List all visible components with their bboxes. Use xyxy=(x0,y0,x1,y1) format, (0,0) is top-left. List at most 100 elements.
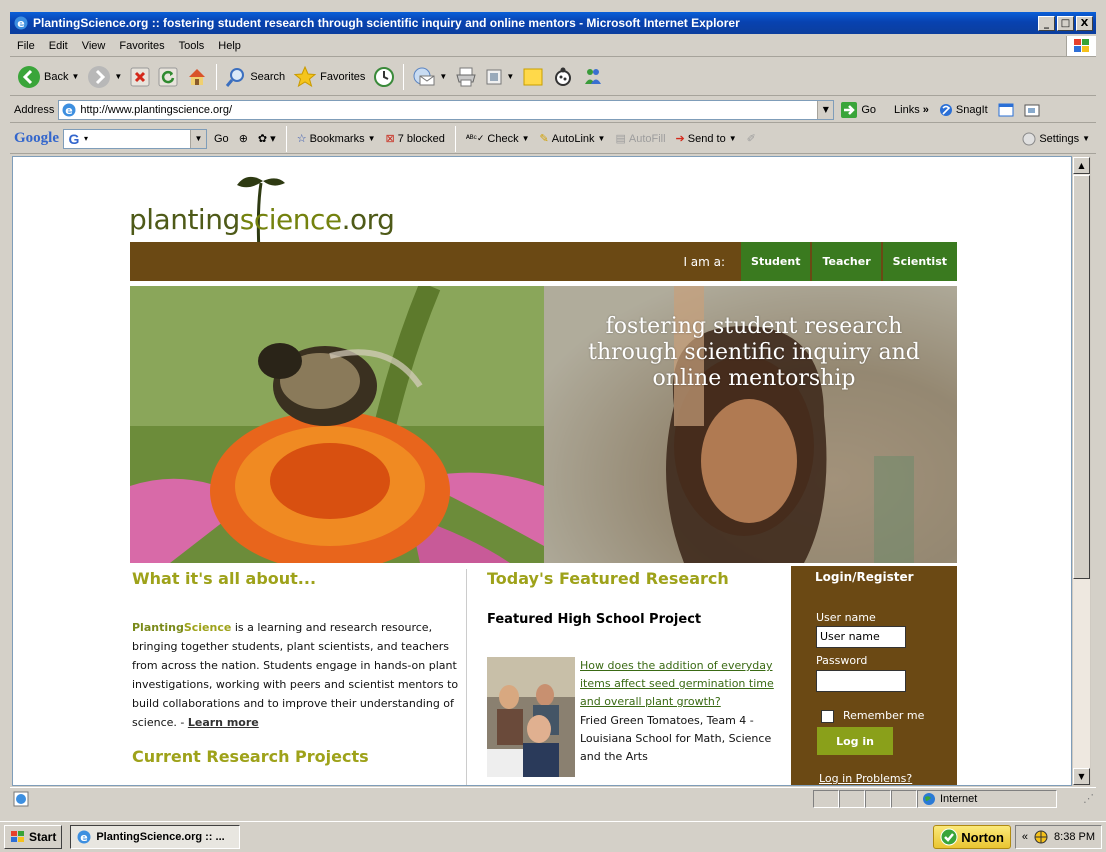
back-button[interactable]: Back ▼ xyxy=(14,61,82,93)
login-problems-link[interactable]: Log in Problems? xyxy=(819,772,912,785)
menu-favorites[interactable]: Favorites xyxy=(112,40,171,52)
bookmark-star-icon: ☆ xyxy=(296,133,307,145)
menu-view[interactable]: View xyxy=(75,40,113,52)
login-button[interactable]: Log in xyxy=(817,727,893,755)
maximize-button[interactable]: □ xyxy=(1057,15,1074,31)
search-button[interactable]: Search xyxy=(222,61,288,93)
mail-icon xyxy=(413,67,435,85)
snagit-button[interactable]: SnagIt xyxy=(939,103,988,117)
page-viewport[interactable]: plantingscience.org I am a: Student Teac… xyxy=(12,156,1072,786)
bookmarks-button[interactable]: ☆ Bookmarks ▼ xyxy=(294,132,379,146)
spellcheck-icon: ᴬᴮᶜ✓ xyxy=(465,133,485,143)
featured-project-photo[interactable] xyxy=(487,657,575,777)
menu-file[interactable]: File xyxy=(10,40,42,52)
settings-label: Settings xyxy=(1039,132,1080,145)
popup-blocker-button[interactable]: ⊠ 7 blocked xyxy=(383,132,448,146)
tray-expand-chevron[interactable]: « xyxy=(1022,831,1028,843)
star-icon xyxy=(293,65,317,87)
snagit-icon xyxy=(939,103,952,116)
logo-planting: planting xyxy=(129,203,240,236)
scrollbar-thumb[interactable] xyxy=(1073,175,1090,579)
minimize-button[interactable]: _ xyxy=(1038,15,1055,31)
address-field[interactable]: e http://www.plantingscience.org/ ▼ xyxy=(58,99,835,120)
chevron-down-icon[interactable]: ▼ xyxy=(439,72,447,81)
messenger-button[interactable] xyxy=(579,61,607,93)
discuss-button[interactable] xyxy=(519,61,547,93)
scroll-up-button[interactable]: ▲ xyxy=(1073,157,1090,174)
settings-button[interactable]: Settings ▼ xyxy=(1022,132,1090,146)
remember-me-checkbox[interactable] xyxy=(821,710,834,723)
password-input[interactable] xyxy=(816,670,906,692)
about-brand-planting: Planting xyxy=(132,621,184,634)
toolbar-separator xyxy=(403,63,405,90)
address-dropdown[interactable]: ▼ xyxy=(817,100,834,119)
address-label: Address xyxy=(14,103,55,116)
refresh-button[interactable] xyxy=(155,61,181,93)
chevron-down-icon: ▼ xyxy=(728,134,737,143)
news-icon[interactable]: ✿ ▾ xyxy=(255,132,279,145)
forward-button[interactable]: ▼ xyxy=(84,61,125,93)
featured-subheading: Featured High School Project xyxy=(487,612,702,627)
menu-help[interactable]: Help xyxy=(211,40,248,52)
research-button[interactable] xyxy=(549,61,577,93)
highlight-icon[interactable]: ✐ xyxy=(744,132,759,145)
search-label: Search xyxy=(250,70,286,83)
history-button[interactable] xyxy=(370,61,398,93)
print-button[interactable] xyxy=(452,61,480,93)
featured-section: Today's Featured Research Featured High … xyxy=(487,569,787,627)
nav-teacher-button[interactable]: Teacher xyxy=(812,242,881,281)
stop-button[interactable] xyxy=(127,61,153,93)
back-arrow-icon xyxy=(18,65,40,88)
spellcheck-button[interactable]: ᴬᴮᶜ✓ Check ▼ xyxy=(463,133,533,145)
google-search-input[interactable]: G ▾ ▼ xyxy=(63,128,207,149)
nav-student-button[interactable]: Student xyxy=(741,242,811,281)
check-label: Check xyxy=(487,132,519,145)
taskbar-ie-window[interactable]: e PlantingScience.org :: ... xyxy=(70,825,241,849)
logo-org: .org xyxy=(341,203,395,236)
chevron-down-icon[interactable]: ▼ xyxy=(71,72,79,81)
windows-logo-icon xyxy=(1066,35,1096,56)
autolink-button[interactable]: ✎ AutoLink ▼ xyxy=(537,132,609,146)
google-go-button[interactable]: Go xyxy=(211,133,232,145)
autofill-icon: ▤ xyxy=(615,133,626,145)
nav-scientist-button[interactable]: Scientist xyxy=(882,242,957,281)
logo-science: science xyxy=(239,203,342,236)
featured-project-link[interactable]: How does the addition of everyday items … xyxy=(580,657,780,711)
capture-window-icon[interactable] xyxy=(998,102,1014,118)
scroll-down-button[interactable]: ▼ xyxy=(1073,768,1090,785)
home-button[interactable] xyxy=(183,61,211,93)
autofill-button[interactable]: ▤ AutoFill xyxy=(612,132,668,146)
security-zone[interactable]: Internet xyxy=(917,789,1057,808)
messenger-icon xyxy=(585,68,602,84)
pagerank-icon[interactable]: ⊕ xyxy=(236,132,251,145)
username-input[interactable]: User name xyxy=(816,626,906,648)
chevron-down-icon[interactable]: ▼ xyxy=(506,72,514,81)
resize-grip-icon[interactable]: ⋰ xyxy=(1083,792,1094,805)
edit-button[interactable]: ▼ xyxy=(482,61,517,93)
send-to-icon: ➔ xyxy=(675,133,685,145)
address-url[interactable]: http://www.plantingscience.org/ xyxy=(77,104,817,116)
close-button[interactable]: X xyxy=(1076,15,1093,31)
norton-button[interactable]: Norton xyxy=(933,825,1011,849)
menu-tools[interactable]: Tools xyxy=(172,40,212,52)
toolbar-separator xyxy=(285,125,287,152)
chevron-down-icon[interactable]: ▼ xyxy=(114,72,122,81)
capture-region-icon[interactable] xyxy=(1024,102,1040,118)
learn-more-link[interactable]: Learn more xyxy=(188,716,259,729)
send-to-button[interactable]: ➔ Send to ▼ xyxy=(673,132,740,146)
ie-icon: e xyxy=(77,830,91,844)
window-title-bar[interactable]: e PlantingScience.org :: fostering stude… xyxy=(10,12,1096,34)
network-globe-icon[interactable] xyxy=(1034,830,1048,844)
links-button[interactable]: Links » xyxy=(894,104,929,116)
start-button[interactable]: Start xyxy=(4,825,63,849)
vertical-scrollbar[interactable]: ▲ ▼ xyxy=(1072,156,1091,786)
favorites-button[interactable]: Favorites xyxy=(290,61,368,93)
clock-area[interactable]: « 8:38 PM xyxy=(1014,825,1102,849)
menu-edit[interactable]: Edit xyxy=(42,40,75,52)
status-pane xyxy=(839,789,865,808)
search-history-dropdown[interactable]: ▼ xyxy=(190,129,206,148)
go-button[interactable]: Go xyxy=(840,101,876,119)
login-panel: Login/Register User name User name Passw… xyxy=(791,566,957,785)
address-bar: Address e http://www.plantingscience.org… xyxy=(10,97,1096,123)
mail-button[interactable]: ▼ xyxy=(409,61,450,93)
